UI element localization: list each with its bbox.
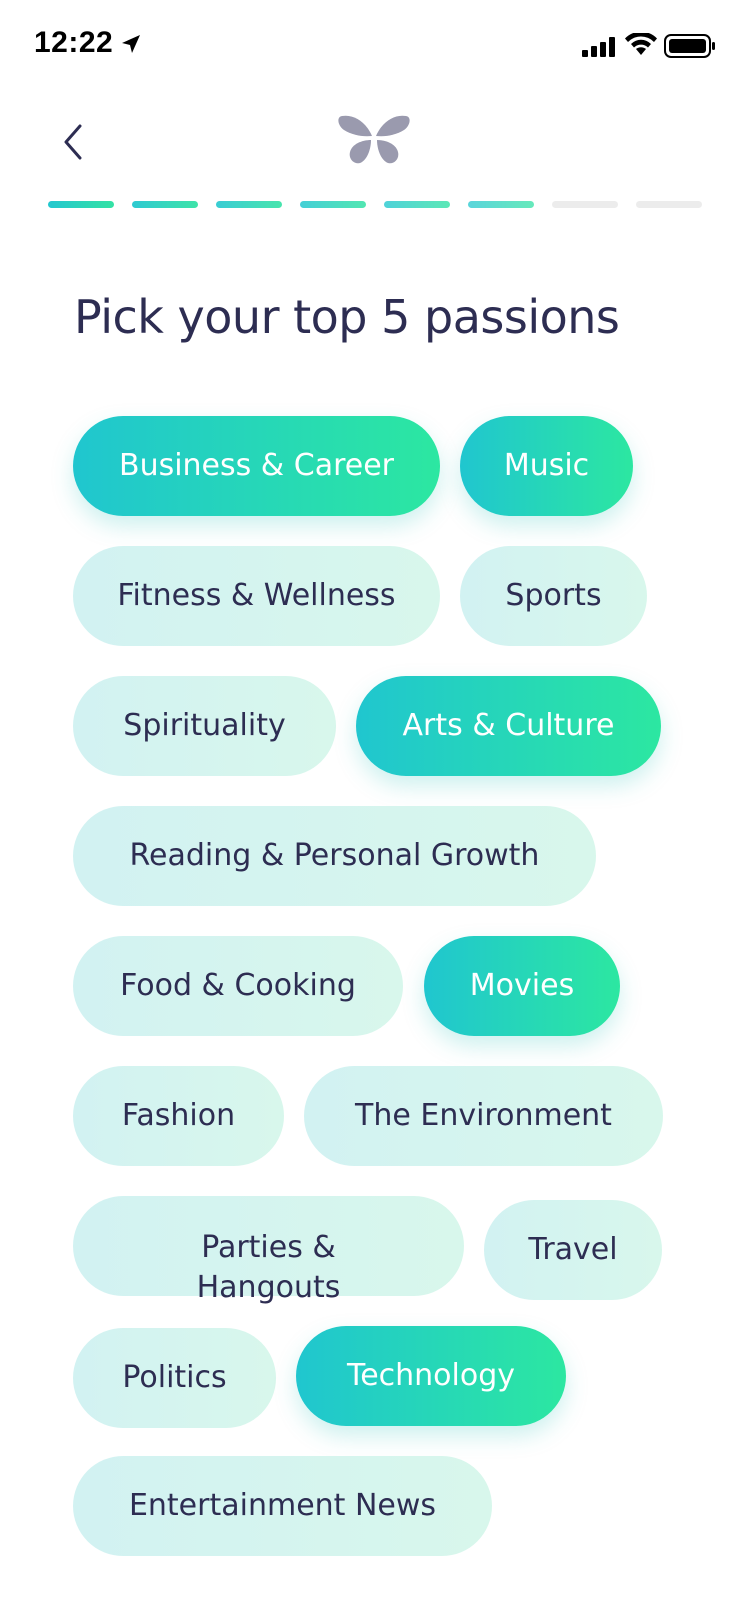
progress-step-complete: [132, 201, 198, 208]
passion-chip-the-environment[interactable]: The Environment: [304, 1066, 663, 1166]
location-arrow-icon: [122, 35, 140, 53]
chip-label: Parties & Hangouts: [196, 1230, 341, 1305]
chip-label: The Environment: [355, 1098, 612, 1133]
passion-chip-fashion[interactable]: Fashion: [73, 1066, 284, 1166]
chip-label: Movies: [469, 968, 575, 1003]
page-title: Pick your top 5 passions: [74, 290, 620, 344]
chip-label: Music: [503, 448, 590, 483]
progress-step-complete: [48, 201, 114, 208]
progress-step-complete: [384, 201, 450, 208]
progress-step-complete: [468, 201, 534, 208]
passion-chip-music[interactable]: Music: [460, 416, 633, 516]
chip-label: Fitness & Wellness: [117, 578, 396, 613]
passion-chip-parties-hangouts[interactable]: Parties & Hangouts: [73, 1196, 464, 1305]
butterfly-logo-icon: [338, 115, 410, 164]
battery-icon: [664, 34, 715, 58]
chip-label: Food & Cooking: [120, 968, 356, 1003]
chevron-left-icon: [64, 124, 82, 160]
chip-label: Entertainment News: [128, 1488, 437, 1523]
wifi-icon: [625, 33, 657, 55]
progress-step-complete: [216, 201, 282, 208]
chip-label: Spirituality: [123, 708, 286, 743]
passion-chip-sports[interactable]: Sports: [460, 546, 647, 646]
passion-chip-politics[interactable]: Politics: [73, 1328, 276, 1428]
passion-chip-travel[interactable]: Travel: [484, 1200, 662, 1300]
chip-label: Fashion: [121, 1098, 236, 1133]
passion-chip-business-career[interactable]: Business & Career: [73, 416, 440, 516]
cellular-signal-icon: [582, 37, 615, 57]
passion-chip-arts-culture[interactable]: Arts & Culture: [356, 676, 661, 776]
chip-label: Politics: [122, 1360, 227, 1395]
passions-screen: 12:22 Pick your top 5 passions Business …: [0, 0, 750, 1624]
passion-chip-entertainment-news[interactable]: Entertainment News: [73, 1456, 492, 1556]
chip-label: Sports: [505, 578, 602, 613]
progress-step-incomplete: [552, 201, 618, 208]
passion-chip-movies[interactable]: Movies: [424, 936, 620, 1036]
progress-step-incomplete: [636, 201, 702, 208]
chip-label: Arts & Culture: [402, 708, 615, 743]
onboarding-progress: [48, 201, 704, 209]
passion-chip-reading-personal-growth[interactable]: Reading & Personal Growth: [73, 806, 596, 906]
chip-label: Travel: [528, 1232, 618, 1267]
passion-chip-spirituality[interactable]: Spirituality: [73, 676, 336, 776]
status-bar: 12:22: [0, 0, 750, 90]
progress-step-complete: [300, 201, 366, 208]
passion-chip-food-cooking[interactable]: Food & Cooking: [73, 936, 403, 1036]
back-button[interactable]: [50, 112, 100, 172]
chip-label: Reading & Personal Growth: [129, 838, 540, 873]
chip-label: Technology: [346, 1358, 516, 1393]
status-time: 12:22: [34, 26, 114, 59]
chip-label: Business & Career: [118, 448, 394, 483]
passion-chip-technology[interactable]: Technology: [296, 1326, 566, 1426]
passion-chip-fitness-wellness[interactable]: Fitness & Wellness: [73, 546, 440, 646]
